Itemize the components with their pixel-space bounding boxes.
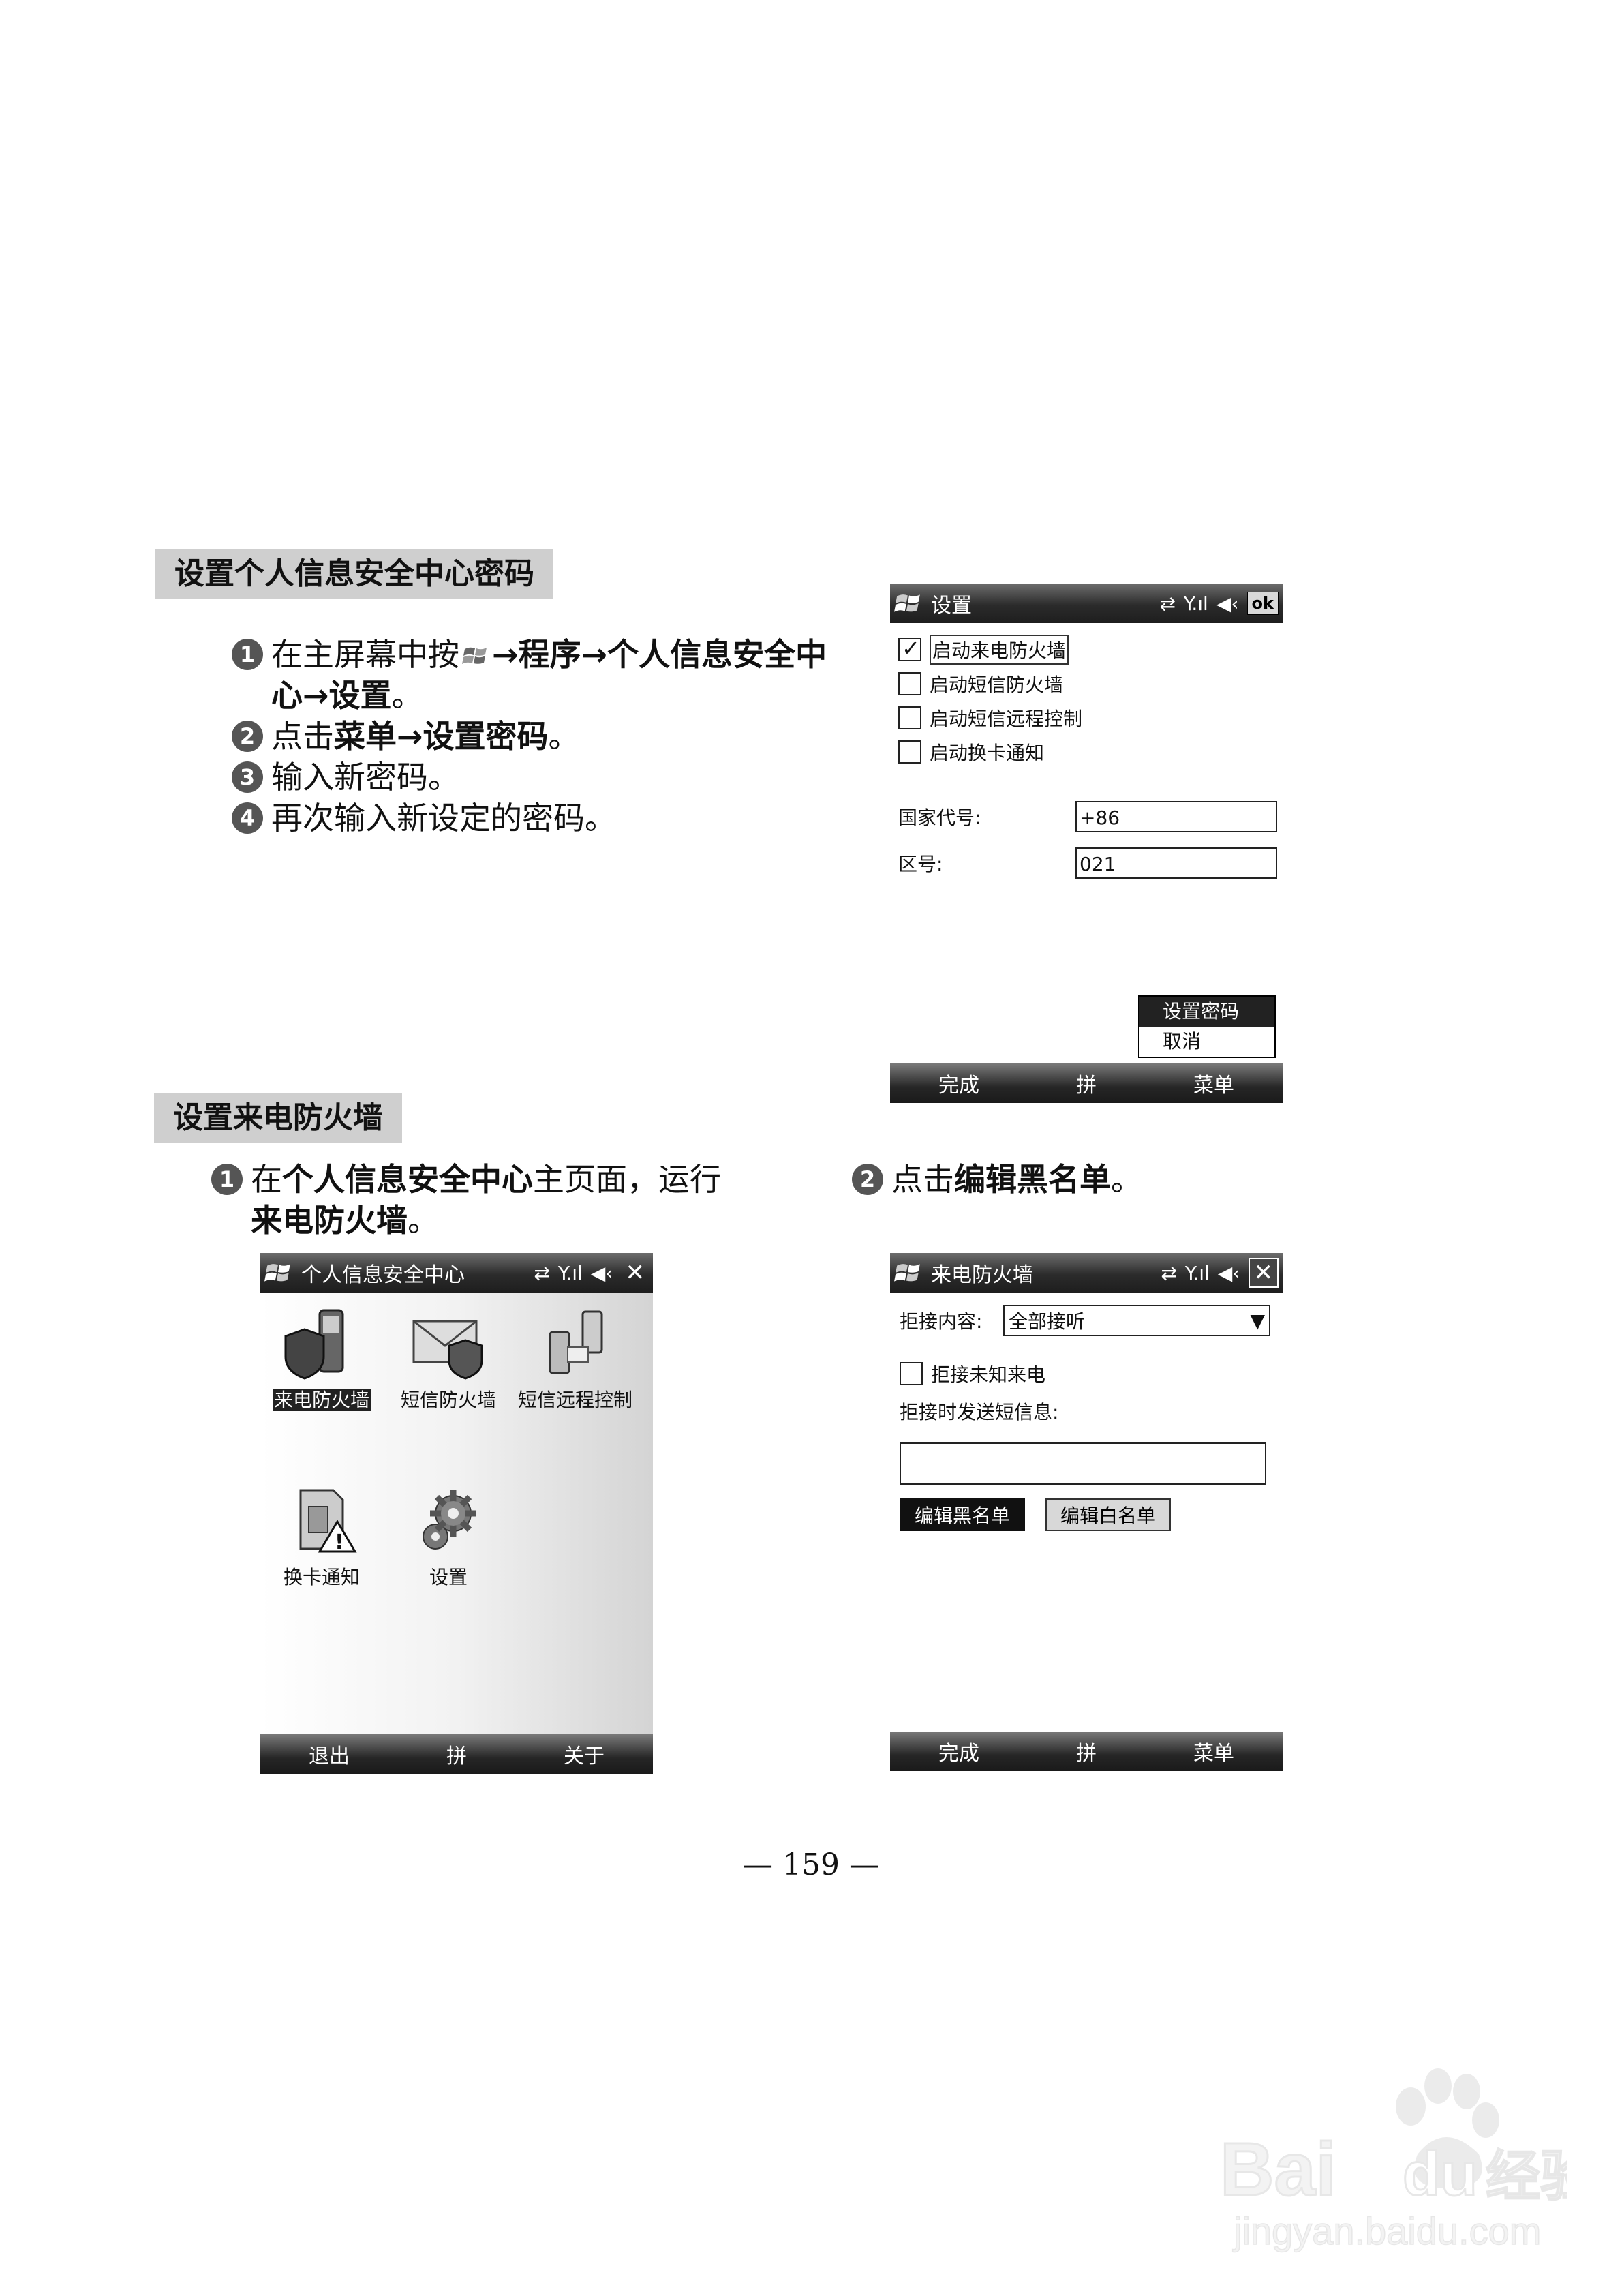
title-bar: 个人信息安全中心 ⇄ Y.ıl ◀‹ ✕ xyxy=(260,1253,653,1293)
firewall-step-2: 2 点击编辑黑名单。 xyxy=(852,1159,1329,1200)
gear-icon xyxy=(423,1490,476,1550)
area-code-input[interactable]: 021 xyxy=(1075,847,1277,879)
menu-softkey[interactable]: 菜单 xyxy=(1193,1068,1234,1098)
sync-icon: ⇄ xyxy=(1159,592,1176,615)
checkbox-checked-icon[interactable] xyxy=(898,635,921,661)
volume-icon[interactable]: ◀‹ xyxy=(1216,592,1239,615)
step-1: 1 在主屏幕中按 →程序→个人信息安全中心→设置。 xyxy=(232,634,831,716)
close-icon[interactable]: ✕ xyxy=(1248,1258,1279,1288)
screen-title: 来电防火墙 xyxy=(931,1263,1033,1287)
done-softkey[interactable]: 完成 xyxy=(938,1736,979,1766)
edit-whitelist-button[interactable]: 编辑白名单 xyxy=(1045,1498,1172,1531)
dropdown-arrow-icon: ▼ xyxy=(1250,1309,1265,1332)
security-center-screen: 个人信息安全中心 ⇄ Y.ıl ◀‹ ✕ 来电防火墙 短信防火墙 短信远程控制 … xyxy=(260,1253,653,1774)
step-number: 1 xyxy=(211,1164,243,1195)
volume-icon[interactable]: ◀‹ xyxy=(1218,1262,1240,1284)
app-settings[interactable]: 设置 xyxy=(387,1483,510,1590)
phones-remote-icon xyxy=(549,1310,603,1374)
input-method-softkey[interactable]: 拼 xyxy=(1076,1736,1097,1766)
reject-content-row: 拒接内容: 全部接听 ▼ xyxy=(900,1305,1283,1336)
close-icon[interactable]: ✕ xyxy=(622,1259,649,1286)
input-method-softkey[interactable]: 拼 xyxy=(446,1739,467,1769)
step-number: 1 xyxy=(232,639,263,670)
envelope-shield-icon xyxy=(412,1320,483,1380)
sync-icon: ⇄ xyxy=(1161,1261,1177,1284)
checkbox-row[interactable]: 启动换卡通知 xyxy=(898,735,1283,769)
firewall-step-1: 1 在个人信息安全中心主页面，运行 来电防火墙。 xyxy=(211,1159,797,1241)
app-sim-change-notify[interactable]: ! 换卡通知 xyxy=(260,1483,383,1590)
country-code-row: 国家代号: +86 xyxy=(898,794,1283,840)
windows-start-icon[interactable] xyxy=(894,1258,923,1287)
svg-text:!: ! xyxy=(335,1530,344,1554)
password-steps: 1 在主屏幕中按 →程序→个人信息安全中心→设置。 2 点击菜单→设置密码。 3… xyxy=(232,634,831,839)
svg-text:du: du xyxy=(1403,2141,1478,2209)
checkbox-icon[interactable] xyxy=(900,1362,923,1385)
soft-key-bar: 完成 拼 菜单 xyxy=(890,1063,1283,1103)
call-firewall-screen: 来电防火墙 ⇄ Y.ıl ◀‹ ✕ 拒接内容: 全部接听 ▼ 拒接未知来电 拒接… xyxy=(890,1253,1283,1771)
app-sms-remote-control[interactable]: 短信远程控制 xyxy=(514,1306,637,1413)
step-2: 2 点击菜单→设置密码。 xyxy=(232,716,831,757)
exit-softkey[interactable]: 退出 xyxy=(309,1739,350,1769)
sim-warning-icon: ! xyxy=(299,1489,357,1554)
sms-reply-input[interactable] xyxy=(900,1442,1266,1485)
checkbox-icon[interactable] xyxy=(898,706,921,729)
checkbox-icon[interactable] xyxy=(898,672,921,695)
step-number: 4 xyxy=(232,802,263,834)
checkbox-icon[interactable] xyxy=(898,740,921,764)
title-bar: 来电防火墙 ⇄ Y.ıl ◀‹ ✕ xyxy=(890,1253,1283,1293)
ok-button[interactable]: ok xyxy=(1246,592,1279,615)
windows-start-icon[interactable] xyxy=(894,589,923,618)
reject-unknown-row[interactable]: 拒接未知来电 xyxy=(900,1357,1283,1391)
step-3: 3 输入新密码。 xyxy=(232,757,831,798)
app-call-firewall[interactable]: 来电防火墙 xyxy=(260,1306,383,1413)
signal-icon: Y.ıl xyxy=(1183,592,1208,615)
sync-icon: ⇄ xyxy=(534,1261,550,1284)
settings-screen: 设置 ⇄ Y.ıl ◀‹ ok 启动来电防火墙 启动短信防火墙 启动短信远程控制… xyxy=(890,584,1283,1103)
checkbox-row[interactable]: 启动短信远程控制 xyxy=(898,701,1283,735)
soft-key-bar: 退出 拼 关于 xyxy=(260,1734,653,1774)
menu-softkey[interactable]: 菜单 xyxy=(1193,1736,1234,1766)
step-number: 2 xyxy=(852,1164,883,1195)
edit-blacklist-button[interactable]: 编辑黑名单 xyxy=(900,1498,1026,1531)
screen-title: 设置 xyxy=(931,594,972,618)
step-number: 2 xyxy=(232,721,263,752)
windows-start-icon xyxy=(462,647,487,664)
svg-text:经验: 经验 xyxy=(1486,2145,1567,2208)
about-softkey[interactable]: 关于 xyxy=(564,1739,605,1769)
volume-icon[interactable]: ◀‹ xyxy=(591,1262,613,1284)
page-number: — 159 — xyxy=(743,1847,879,1882)
checkbox-row[interactable]: 启动来电防火墙 xyxy=(898,633,1283,667)
sms-reply-label: 拒接时发送短信息: xyxy=(900,1401,1059,1423)
baidu-jingyan-watermark: Bai du 经验 jingyan.baidu.com xyxy=(1219,2068,1567,2253)
popup-menu: 设置密码 取消 xyxy=(1138,995,1276,1058)
svg-text:jingyan.baidu.com: jingyan.baidu.com xyxy=(1232,2209,1541,2252)
section-heading-password: 设置个人信息安全中心密码 xyxy=(155,549,553,599)
windows-start-icon[interactable] xyxy=(264,1258,293,1287)
signal-icon: Y.ıl xyxy=(557,1261,583,1284)
signal-icon: Y.ıl xyxy=(1184,1261,1210,1284)
input-method-softkey[interactable]: 拼 xyxy=(1076,1068,1097,1098)
area-code-row: 区号: 021 xyxy=(898,840,1283,886)
country-code-input[interactable]: +86 xyxy=(1075,801,1277,832)
section-heading-firewall: 设置来电防火墙 xyxy=(154,1093,402,1143)
step-number: 3 xyxy=(232,761,263,793)
phone-shield-icon xyxy=(284,1309,344,1380)
step-4: 4 再次输入新设定的密码。 xyxy=(232,798,831,839)
done-softkey[interactable]: 完成 xyxy=(938,1068,979,1098)
soft-key-bar: 完成 拼 菜单 xyxy=(890,1732,1283,1771)
menu-item-set-password[interactable]: 设置密码 xyxy=(1139,997,1274,1027)
checkbox-row[interactable]: 启动短信防火墙 xyxy=(898,667,1283,701)
app-sms-firewall[interactable]: 短信防火墙 xyxy=(387,1306,510,1413)
title-bar: 设置 ⇄ Y.ıl ◀‹ ok xyxy=(890,584,1283,623)
menu-item-cancel[interactable]: 取消 xyxy=(1139,1027,1274,1057)
reject-content-select[interactable]: 全部接听 ▼ xyxy=(1003,1305,1270,1336)
app-icon-grid: 来电防火墙 短信防火墙 短信远程控制 ! 换卡通知 设置 xyxy=(260,1293,653,1734)
screen-title: 个人信息安全中心 xyxy=(301,1263,465,1287)
svg-text:Bai: Bai xyxy=(1220,2128,1336,2211)
